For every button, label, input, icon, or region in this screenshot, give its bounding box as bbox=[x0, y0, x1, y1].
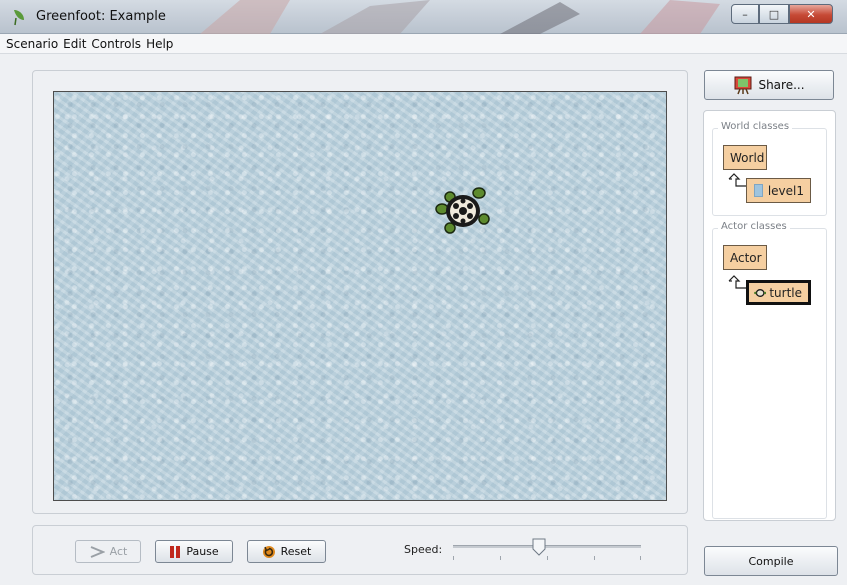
share-button[interactable]: Share... bbox=[704, 70, 834, 100]
actor-classes-group bbox=[712, 228, 827, 519]
slider-tick bbox=[640, 556, 641, 560]
speed-label: Speed: bbox=[404, 543, 443, 556]
turtle-icon bbox=[754, 288, 767, 297]
slider-tick bbox=[500, 556, 501, 560]
class-level1-label: level1 bbox=[767, 183, 804, 198]
pause-button[interactable]: Pause bbox=[155, 540, 233, 563]
greenfoot-leaf-icon bbox=[14, 10, 24, 26]
menu-bar: Scenario Edit Controls Help bbox=[0, 34, 847, 54]
act-button[interactable]: Act bbox=[75, 540, 141, 563]
class-actor[interactable]: Actor bbox=[723, 245, 767, 270]
slider-tick bbox=[453, 556, 454, 560]
inheritance-arrow-icon bbox=[728, 275, 746, 289]
close-button[interactable]: ✕ bbox=[789, 4, 833, 24]
maximize-button[interactable]: □ bbox=[759, 4, 789, 24]
window-title-bar: Greenfoot: Example – □ ✕ bbox=[0, 0, 847, 34]
world-classes-title: World classes bbox=[718, 121, 793, 132]
speed-slider-thumb[interactable] bbox=[532, 538, 546, 556]
class-world[interactable]: World bbox=[723, 145, 767, 170]
share-label: Share... bbox=[758, 78, 805, 92]
compile-button[interactable]: Compile bbox=[704, 546, 838, 576]
pause-icon bbox=[170, 545, 181, 558]
class-level1[interactable]: level1 bbox=[746, 178, 811, 203]
minimize-button[interactable]: – bbox=[731, 4, 759, 24]
world-image-icon bbox=[754, 184, 763, 197]
reset-button[interactable]: Reset bbox=[247, 540, 326, 563]
pause-label: Pause bbox=[186, 545, 219, 558]
class-turtle[interactable]: turtle bbox=[746, 280, 811, 305]
act-label: Act bbox=[109, 545, 128, 558]
turtle-icon[interactable] bbox=[432, 185, 494, 241]
menu-scenario[interactable]: Scenario bbox=[6, 37, 58, 51]
reset-icon bbox=[262, 545, 275, 558]
menu-controls[interactable]: Controls bbox=[91, 37, 141, 51]
play-arrow-icon bbox=[90, 545, 105, 558]
titlebar-decoration bbox=[200, 0, 720, 34]
menu-edit[interactable]: Edit bbox=[63, 37, 86, 51]
window-controls: – □ ✕ bbox=[731, 4, 833, 24]
share-easel-icon bbox=[734, 76, 752, 95]
reset-label: Reset bbox=[280, 545, 312, 558]
actor-classes-title: Actor classes bbox=[718, 221, 790, 232]
slider-tick bbox=[547, 556, 548, 560]
compile-label: Compile bbox=[748, 554, 794, 568]
menu-help[interactable]: Help bbox=[146, 37, 173, 51]
world-canvas[interactable] bbox=[53, 91, 667, 501]
window-title: Greenfoot: Example bbox=[36, 9, 166, 24]
class-turtle-label: turtle bbox=[769, 285, 802, 300]
inheritance-arrow-icon bbox=[728, 173, 746, 187]
slider-tick bbox=[594, 556, 595, 560]
speed-slider-track[interactable] bbox=[453, 545, 641, 548]
